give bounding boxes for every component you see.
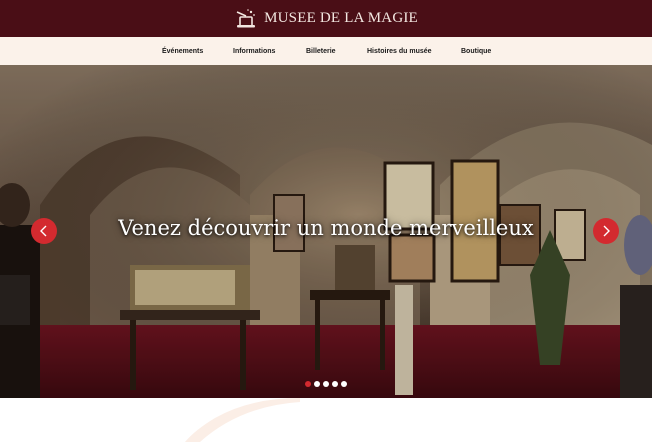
prev-slide-button[interactable]: [31, 218, 57, 244]
brand[interactable]: MUSEE DE LA MAGIE: [234, 8, 418, 30]
slide-dot-3[interactable]: [323, 381, 329, 387]
slide-dot-4[interactable]: [332, 381, 338, 387]
slide-dot-2[interactable]: [314, 381, 320, 387]
decorative-wave: [185, 398, 300, 442]
next-slide-button[interactable]: [593, 218, 619, 244]
nav-item-evenements[interactable]: Événements: [162, 37, 203, 65]
chevron-left-icon: [40, 225, 47, 237]
slide-dot-1[interactable]: [305, 381, 311, 387]
magic-hat-icon: [236, 8, 256, 27]
nav-item-billeterie[interactable]: Billeterie: [306, 37, 336, 65]
slide-indicators: [0, 381, 652, 387]
page-bottom: [0, 398, 652, 442]
chevron-right-icon: [603, 225, 610, 237]
site-header: MUSEE DE LA MAGIE: [0, 0, 652, 37]
nav-item-boutique[interactable]: Boutique: [461, 37, 491, 65]
hero-carousel: Venez découvrir un monde merveilleux: [0, 65, 652, 398]
hero-caption: Venez découvrir un monde merveilleux: [118, 216, 534, 240]
nav-item-histoires[interactable]: Histoires du musée: [367, 37, 432, 65]
site-title: MUSEE DE LA MAGIE: [264, 10, 418, 26]
nav-item-informations[interactable]: Informations: [233, 37, 275, 65]
slide-dot-5[interactable]: [341, 381, 347, 387]
main-nav: Événements Informations Billeterie Histo…: [0, 37, 652, 65]
